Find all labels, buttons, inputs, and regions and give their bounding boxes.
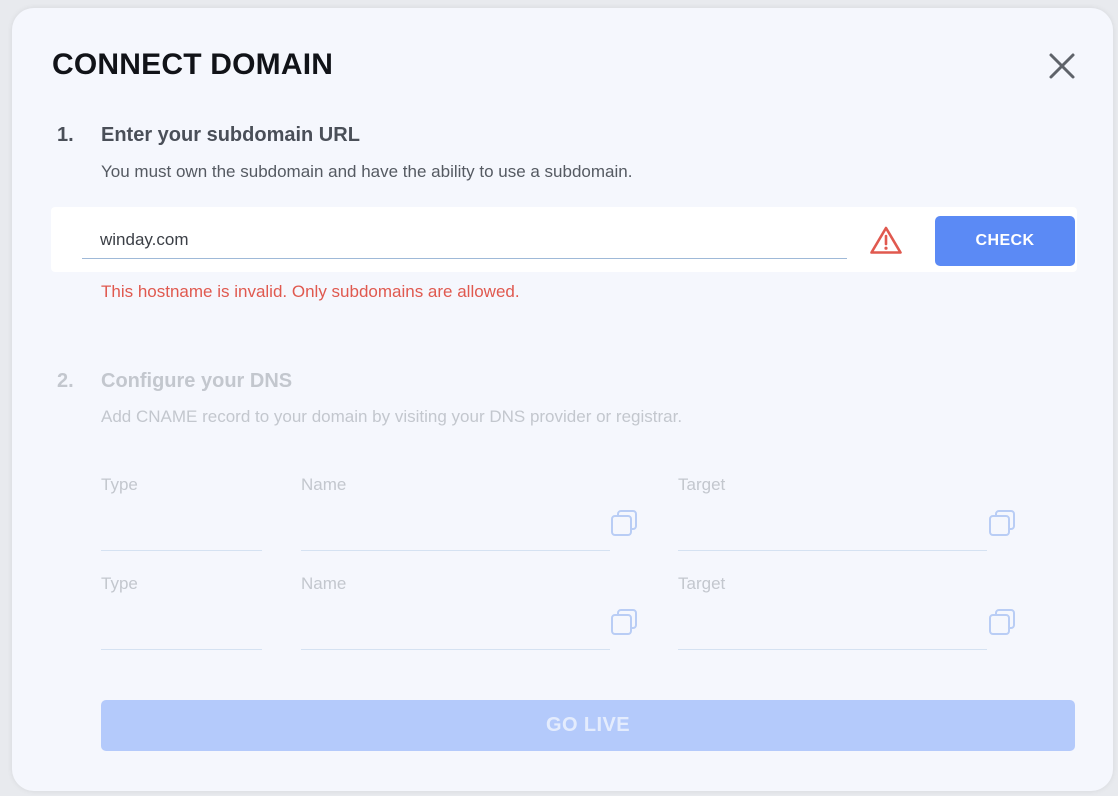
type-label: Type [101, 574, 138, 593]
name-field[interactable] [301, 649, 610, 650]
copy-icon[interactable] [609, 508, 639, 538]
go-live-button[interactable]: GO LIVE [101, 700, 1075, 751]
check-button[interactable]: CHECK [935, 216, 1075, 266]
name-field[interactable] [301, 550, 610, 551]
modal-title: CONNECT DOMAIN [52, 48, 334, 81]
error-message: This hostname is invalid. Only subdomain… [101, 282, 520, 301]
step-2-number: 2. [57, 370, 74, 392]
copy-icon[interactable] [987, 607, 1017, 637]
step-1-title: Enter your subdomain URL [101, 124, 360, 146]
type-label: Type [101, 475, 138, 494]
target-field[interactable] [678, 550, 987, 551]
target-label: Target [678, 574, 726, 593]
name-label: Name [301, 574, 347, 593]
subdomain-input-row: CHECK [51, 207, 1077, 272]
type-field[interactable] [101, 649, 262, 650]
step-2-description: Add CNAME record to your domain by visit… [101, 407, 683, 426]
target-field[interactable] [678, 649, 987, 650]
name-label: Name [301, 475, 347, 494]
type-field[interactable] [101, 550, 262, 551]
copy-icon[interactable] [987, 508, 1017, 538]
close-icon[interactable] [1045, 49, 1079, 83]
target-label: Target [678, 475, 726, 494]
warning-triangle-icon [870, 226, 902, 254]
step-1-description: You must own the subdomain and have the … [101, 162, 633, 181]
connect-domain-modal: CONNECT DOMAIN 1. Enter your subdomain U… [12, 8, 1113, 791]
step-1-number: 1. [57, 124, 74, 146]
subdomain-input[interactable] [82, 221, 847, 259]
copy-icon[interactable] [609, 607, 639, 637]
step-2-title: Configure your DNS [101, 370, 293, 392]
